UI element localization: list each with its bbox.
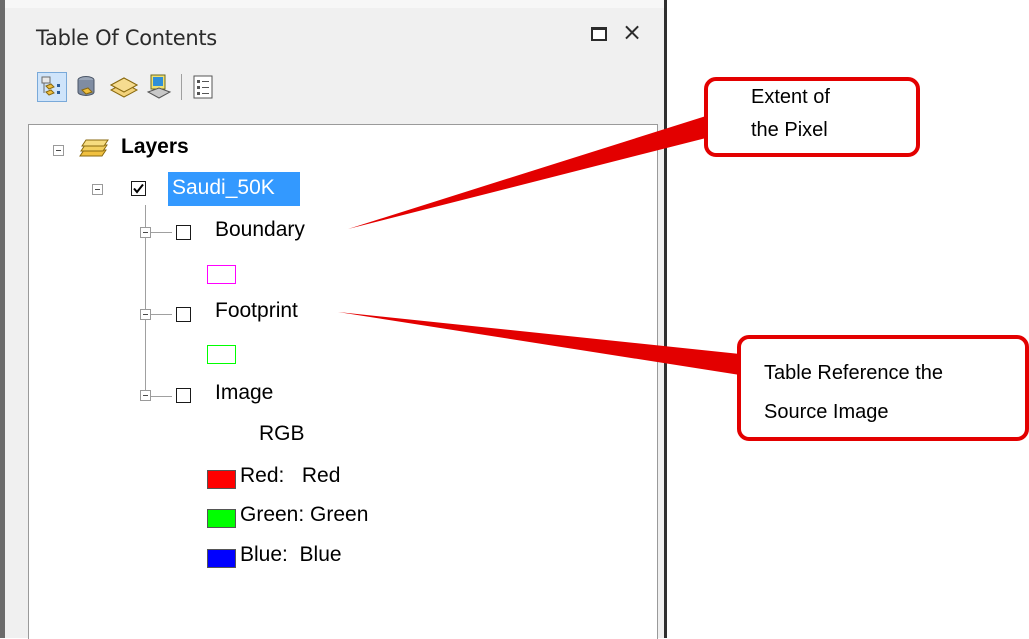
green-band-swatch[interactable] — [207, 509, 236, 528]
toc-tree-area[interactable] — [28, 124, 658, 639]
panel-title-bar[interactable]: Table Of Contents — [12, 18, 657, 58]
window-right-edge[interactable] — [664, 0, 667, 638]
callout-line: Extent of — [751, 86, 830, 108]
boundary-symbol[interactable] — [207, 265, 236, 284]
expand-collapse-image[interactable] — [140, 390, 151, 401]
checkmark-icon — [133, 183, 144, 194]
extent-of-the-pixel-callout: Extent of the Pixel — [704, 77, 920, 157]
options-icon — [193, 75, 213, 99]
close-icon[interactable]: × — [620, 18, 644, 46]
options-button[interactable] — [188, 72, 218, 102]
callout-line: Table Reference the — [764, 362, 944, 384]
list-by-drawing-order-icon — [41, 76, 60, 96]
callout-line: Source Image — [764, 401, 889, 423]
footprint-checkbox[interactable] — [176, 307, 191, 322]
boundary-label[interactable]: Boundary — [215, 218, 305, 242]
layers-label[interactable]: Layers — [121, 135, 189, 159]
boundary-checkbox[interactable] — [176, 225, 191, 240]
image-checkbox[interactable] — [176, 388, 191, 403]
tree-connector — [150, 232, 172, 233]
red-band-label: Red: Red — [240, 464, 341, 487]
rgb-renderer-label: RGB — [259, 422, 305, 445]
list-by-source-button[interactable] — [72, 72, 102, 102]
toolbar-separator — [181, 74, 182, 100]
expand-collapse-layers[interactable] — [53, 145, 64, 156]
callout-line: the Pixel — [751, 119, 828, 141]
green-band-label: Green: Green — [240, 503, 369, 526]
red-band-swatch[interactable] — [207, 470, 236, 489]
footprint-label[interactable]: Footprint — [215, 299, 298, 323]
expand-collapse-boundary[interactable] — [140, 227, 151, 238]
list-by-drawing-order-button[interactable] — [37, 72, 67, 102]
list-by-selection-icon — [146, 74, 172, 99]
tree-connector — [150, 314, 172, 315]
blue-band-swatch[interactable] — [207, 549, 236, 568]
expand-collapse-saudi-50k[interactable] — [92, 184, 103, 195]
saudi-50k-label[interactable]: Saudi_50K — [172, 176, 275, 200]
panel-title: Table Of Contents — [36, 26, 217, 50]
blue-band-label: Blue: Blue — [240, 543, 342, 566]
saudi-50k-checkbox[interactable] — [131, 181, 146, 196]
list-by-source-icon — [77, 76, 95, 96]
layers-icon — [79, 139, 109, 157]
list-by-visibility-button[interactable] — [108, 72, 139, 102]
list-by-visibility-icon — [109, 77, 139, 98]
list-by-selection-button[interactable] — [144, 72, 174, 102]
table-reference-callout: Table Reference the Source Image — [737, 335, 1029, 441]
expand-collapse-footprint[interactable] — [140, 309, 151, 320]
footprint-symbol[interactable] — [207, 345, 236, 364]
restore-window-icon[interactable] — [591, 27, 607, 41]
image-label[interactable]: Image — [215, 381, 273, 405]
tree-connector — [150, 396, 172, 397]
